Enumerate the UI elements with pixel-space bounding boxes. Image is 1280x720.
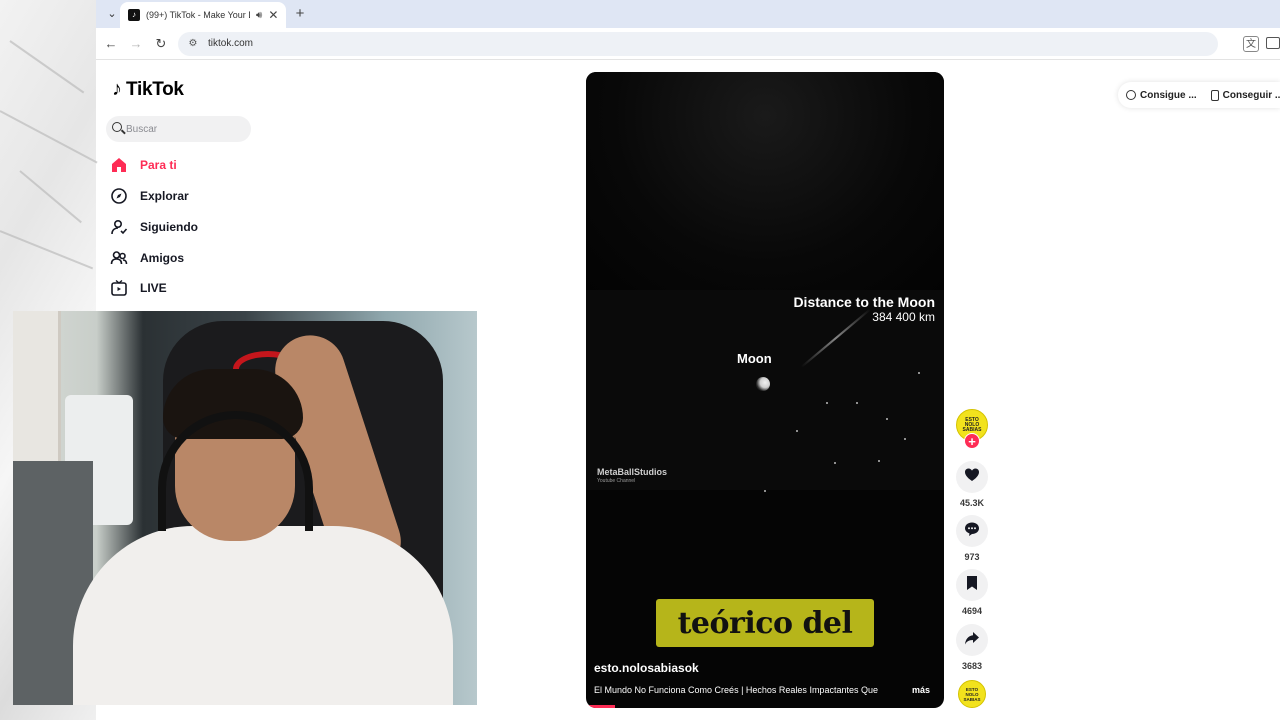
share-button[interactable] [956, 624, 988, 656]
coin-icon [1126, 90, 1136, 100]
compass-icon [110, 187, 128, 205]
get-coins-button[interactable]: Consigue ... [1126, 90, 1197, 101]
url-text: tiktok.com [208, 38, 254, 49]
nav-label: Explorar [140, 189, 189, 203]
nav-label: Amigos [140, 251, 185, 265]
video-caption-box: teórico del [656, 599, 874, 647]
cast-icon[interactable] [1266, 37, 1280, 49]
moon-icon [756, 377, 770, 391]
video-watermark: MetaBallStudios [597, 467, 668, 477]
comment-button[interactable] [956, 515, 988, 547]
like-count: 45.3K [959, 498, 985, 508]
browser-toolbar: ← → ↻ ⚙ tiktok.com 文 [96, 28, 1280, 60]
share-icon [964, 630, 980, 651]
video-player[interactable]: Distance to the Moon 384 400 km Moon Met… [586, 72, 944, 708]
search-icon [112, 122, 122, 132]
share-count: 3683 [961, 661, 983, 671]
search-box[interactable] [106, 116, 251, 142]
comment-icon [964, 521, 980, 542]
video-overlay-value: 384 400 km [872, 310, 935, 324]
music-disc[interactable]: ESTO NOLO SABIAS [958, 680, 986, 708]
tab-title: (99+) TikTok - Make Your Day [146, 10, 250, 20]
forward-icon[interactable]: → [127, 35, 145, 53]
video-overlay-title: Distance to the Moon [793, 294, 935, 310]
webcam-overlay [13, 311, 477, 705]
home-icon [110, 156, 128, 174]
streamer-shirt [73, 526, 453, 705]
bookmark-icon [965, 575, 979, 596]
translate-icon[interactable]: 文 [1243, 36, 1259, 52]
reload-icon[interactable]: ↻ [152, 35, 170, 53]
friends-icon [110, 249, 128, 267]
nav-item-siguiendo[interactable]: Siguiendo [110, 215, 198, 239]
moon-label: Moon [737, 351, 772, 366]
comment-count: 973 [964, 552, 980, 562]
top-right-actions: Consigue ... Conseguir ... [1118, 82, 1280, 108]
nav-item-para-ti[interactable]: Para ti [110, 153, 177, 177]
music-disc-text: ESTO NOLO SABIAS [963, 686, 981, 702]
save-button[interactable] [956, 569, 988, 601]
video-progress-bar[interactable] [586, 705, 615, 708]
video-description: El Mundo No Funciona Como Creés | Hechos… [594, 685, 878, 695]
live-icon [110, 279, 128, 297]
nav-label: Siguiendo [140, 220, 198, 234]
like-button[interactable] [956, 461, 988, 493]
nav-label: Para ti [140, 158, 177, 172]
new-tab-icon[interactable]: + [292, 5, 308, 23]
address-bar[interactable]: ⚙ tiktok.com [178, 32, 1218, 56]
pill-label: Consigue ... [1140, 89, 1197, 101]
video-watermark-sub: Youtube Channel [597, 478, 636, 484]
video-caption: teórico del [677, 605, 853, 641]
more-button[interactable]: más [912, 685, 930, 695]
close-icon[interactable]: ✕ [268, 8, 278, 22]
save-count: 4694 [961, 606, 983, 616]
logo-text: TikTok [126, 78, 184, 100]
browser-tab[interactable]: ♪ (99+) TikTok - Make Your Day 🔊︎ ✕ [120, 2, 286, 28]
following-icon [110, 218, 128, 236]
search-input[interactable] [126, 121, 246, 137]
pill-label: Conseguir ... [1222, 89, 1280, 101]
tab-search-icon[interactable]: ⌄ [104, 6, 120, 22]
speaker-icon[interactable]: 🔊︎ [256, 10, 262, 21]
back-icon[interactable]: ← [102, 35, 120, 53]
tiktok-logo[interactable]: ♪ TikTok [112, 78, 184, 101]
follow-button[interactable]: + [964, 433, 980, 449]
video-author[interactable]: esto.nolosabiasok [594, 661, 699, 675]
nav-item-live[interactable]: LIVE [110, 276, 167, 300]
phone-icon [1210, 89, 1219, 101]
nav-item-amigos[interactable]: Amigos [110, 246, 184, 270]
site-info-icon[interactable]: ⚙ [186, 37, 200, 51]
get-app-button[interactable]: Conseguir ... [1210, 89, 1280, 101]
nav-item-explorar[interactable]: Explorar [110, 184, 189, 208]
tiktok-note-icon: ♪ [112, 78, 122, 100]
avatar-text: ESTO NOLO SABIAS [962, 416, 982, 433]
nav-label: LIVE [140, 281, 167, 295]
tiktok-favicon-icon: ♪ [128, 9, 140, 21]
heart-icon [964, 467, 980, 488]
